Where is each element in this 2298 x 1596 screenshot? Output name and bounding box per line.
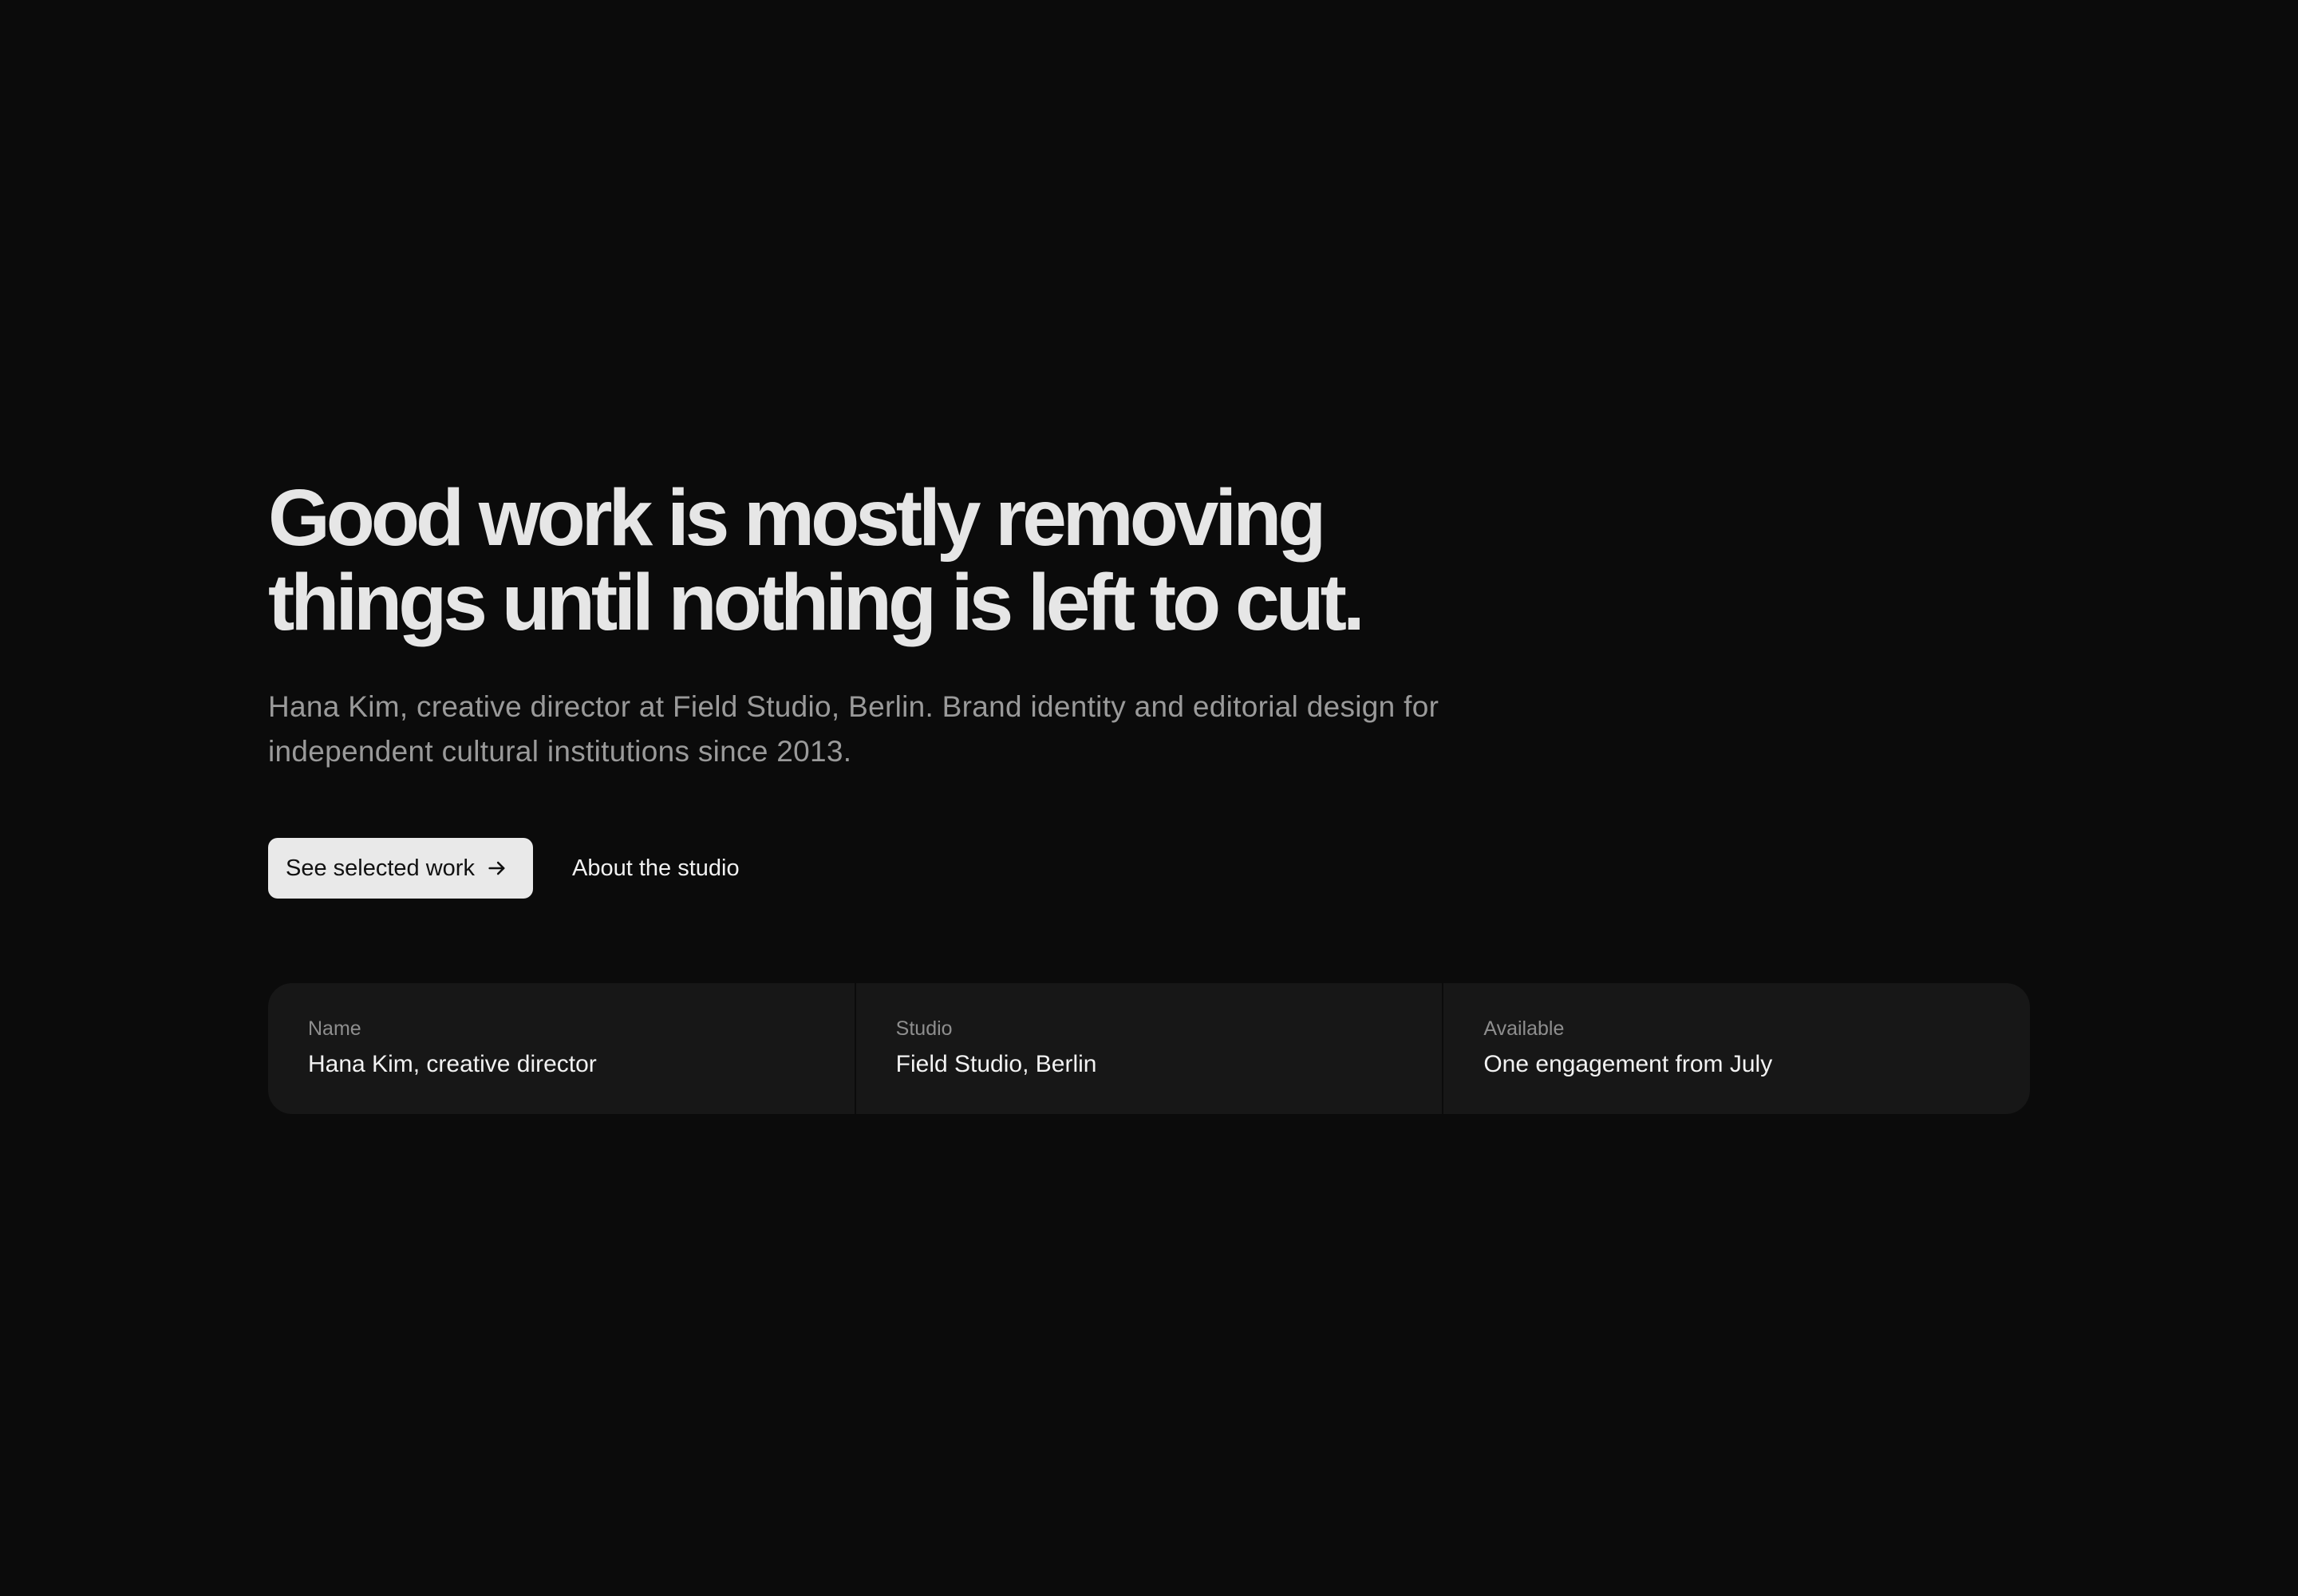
headline-line-1: Good work is mostly removing bbox=[268, 473, 1326, 563]
info-available-value: One engagement from July bbox=[1483, 1051, 1773, 1077]
info-studio-label: Studio bbox=[895, 1017, 953, 1040]
intro-text: Hana Kim, creative director at Field Stu… bbox=[268, 690, 1439, 768]
about-the-studio-link[interactable]: About the studio bbox=[572, 855, 740, 882]
info-name-value: Hana Kim, creative director bbox=[308, 1051, 597, 1077]
hero-section: Good work is mostly removing things unti… bbox=[268, 476, 2031, 899]
info-available-label: Available bbox=[1483, 1017, 1565, 1040]
info-name: Name Hana Kim, creative director bbox=[268, 983, 856, 1114]
info-name-label: Name bbox=[308, 1017, 361, 1040]
headline: Good work is mostly removing things unti… bbox=[268, 476, 1465, 645]
info-studio-value: Field Studio, Berlin bbox=[895, 1051, 1097, 1077]
info-available: Available One engagement from July bbox=[1443, 983, 2030, 1114]
info-card: Name Hana Kim, creative director Studio … bbox=[268, 983, 2030, 1114]
arrow-right-icon bbox=[486, 857, 508, 879]
see-selected-work-button[interactable]: See selected work bbox=[268, 838, 533, 899]
hero-actions: See selected work About the studio bbox=[268, 838, 2031, 899]
page: Good work is mostly removing things unti… bbox=[0, 0, 2298, 1596]
info-studio: Studio Field Studio, Berlin bbox=[856, 983, 1444, 1114]
see-selected-work-label: See selected work bbox=[286, 855, 475, 881]
headline-line-2: things until nothing is left to cut. bbox=[268, 558, 1365, 647]
